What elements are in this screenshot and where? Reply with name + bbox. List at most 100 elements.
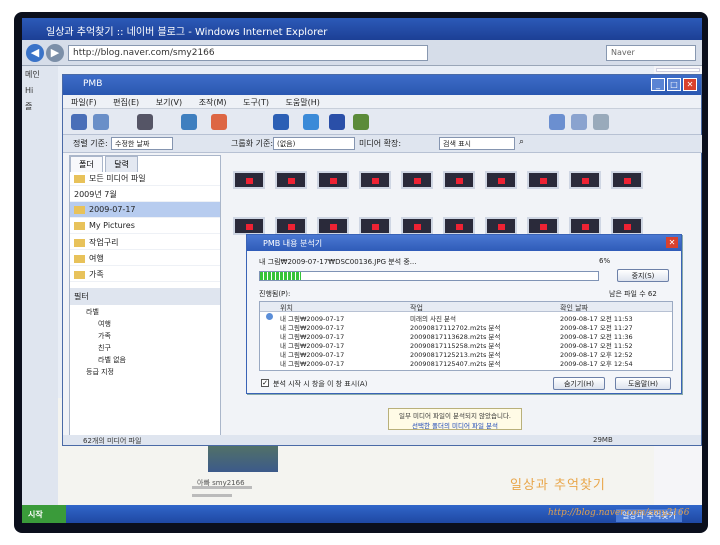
thumbnail[interactable] bbox=[569, 217, 601, 235]
thumbnail[interactable] bbox=[527, 171, 559, 189]
folder-icon bbox=[74, 205, 85, 214]
filter-item[interactable]: 라벨 bbox=[70, 305, 220, 317]
menu-view[interactable]: 보기(V) bbox=[156, 98, 182, 107]
folder-icon bbox=[74, 254, 85, 263]
filter-header[interactable]: 필터 bbox=[70, 288, 220, 305]
menu-file[interactable]: 파일(F) bbox=[71, 98, 97, 107]
menu-help[interactable]: 도움말(H) bbox=[286, 98, 320, 107]
thumbnail[interactable] bbox=[359, 217, 391, 235]
thumbnail[interactable] bbox=[569, 171, 601, 189]
progress-icon bbox=[266, 313, 273, 320]
forward-icon[interactable]: ▶ bbox=[46, 44, 64, 62]
menu-tools[interactable]: 도구(T) bbox=[243, 98, 269, 107]
tree-item[interactable]: 2009년 7월 bbox=[70, 186, 220, 202]
thumbnail[interactable] bbox=[527, 217, 559, 235]
close-icon[interactable]: ✕ bbox=[683, 78, 697, 91]
search-field[interactable]: 검색 표시 bbox=[439, 137, 515, 150]
thumbnail[interactable] bbox=[443, 171, 475, 189]
thumbnail[interactable] bbox=[275, 171, 307, 189]
tool-icon[interactable] bbox=[273, 114, 289, 130]
filter-item[interactable]: 등급 지정 bbox=[70, 365, 220, 377]
start-button[interactable]: 시작 bbox=[22, 505, 66, 523]
menu-manipulate[interactable]: 조작(M) bbox=[199, 98, 227, 107]
back-icon[interactable]: ◀ bbox=[26, 44, 44, 62]
list-view-icon[interactable] bbox=[571, 114, 587, 130]
map-icon[interactable] bbox=[353, 114, 369, 130]
ie-search-field[interactable]: Naver bbox=[606, 45, 696, 61]
tree-item-selected[interactable]: 2009-07-17 bbox=[70, 202, 220, 218]
thumbnail[interactable] bbox=[485, 217, 517, 235]
thumbnail[interactable] bbox=[611, 217, 643, 235]
view-icon[interactable] bbox=[93, 114, 109, 130]
hide-button[interactable]: 숨기기(H) bbox=[553, 377, 605, 390]
globe-icon[interactable] bbox=[303, 114, 319, 130]
list-row[interactable]: 내 그림₩2009-07-17 20090817125407.m2ts 분석 200… bbox=[260, 357, 672, 368]
help-button[interactable]: 도움말(H) bbox=[615, 377, 671, 390]
tree-item[interactable]: 모든 미디어 파일 bbox=[70, 170, 220, 186]
screen: 일상과 추억찾기 :: 네이버 블로그 - Windows Internet E… bbox=[22, 18, 702, 523]
camera-icon[interactable] bbox=[137, 114, 153, 130]
analyze-folder-link[interactable]: 선택한 폴더의 미디어 파일 분석 bbox=[389, 420, 521, 430]
stop-button[interactable]: 중지(S) bbox=[617, 269, 669, 282]
thumbnail[interactable] bbox=[401, 217, 433, 235]
list-row[interactable]: 내 그림₩2009-07-17 미래의 사진 분석 2009-08-17 오전 11… bbox=[260, 312, 672, 323]
folder-icon bbox=[74, 238, 85, 247]
dialog-close-icon[interactable]: ✕ bbox=[666, 237, 678, 248]
pen-icon[interactable] bbox=[329, 114, 345, 130]
ie-left-item[interactable]: 메인 bbox=[22, 66, 58, 83]
thumbnail[interactable] bbox=[359, 171, 391, 189]
filter-item[interactable]: 가족 bbox=[70, 329, 220, 341]
tree-item[interactable]: 여행 bbox=[70, 250, 220, 266]
current-file-text: 내 그림₩2009-07-17₩DSC00136.JPG 분석 중... bbox=[259, 258, 417, 266]
monitor-frame: 일상과 추억찾기 :: 네이버 블로그 - Windows Internet E… bbox=[14, 12, 708, 533]
media-label: 미디어 확장: bbox=[359, 139, 402, 148]
menu-edit[interactable]: 편집(E) bbox=[113, 98, 139, 107]
list-row[interactable]: 내 그림₩2009-07-17 20090817113628.m2ts 분석 200… bbox=[260, 330, 672, 341]
thumbnail[interactable] bbox=[485, 171, 517, 189]
pmb-title-bar: PMB _ □ ✕ bbox=[63, 75, 701, 95]
blog-user[interactable]: 아빠 smy2166 bbox=[197, 478, 245, 488]
list-row[interactable]: 내 그림₩2009-07-17 20090817115258.m2ts 분석 200… bbox=[260, 339, 672, 350]
thumbnail[interactable] bbox=[611, 171, 643, 189]
group-combo[interactable]: (없음) bbox=[273, 137, 355, 150]
tree-item[interactable]: 작업구리 bbox=[70, 234, 220, 250]
list-row[interactable]: 내 그림₩2009-07-17 20090817112702.m2ts 분석 200… bbox=[260, 321, 672, 332]
list-row[interactable]: 내 그림₩2009-07-17 20090817125213.m2ts 분석 200… bbox=[260, 348, 672, 359]
filter-item[interactable]: 라벨 없음 bbox=[70, 353, 220, 365]
tree-item[interactable]: My Pictures bbox=[70, 218, 220, 234]
thumbnail[interactable] bbox=[275, 217, 307, 235]
minimize-icon[interactable]: _ bbox=[651, 78, 665, 91]
grid-view-icon[interactable] bbox=[549, 114, 565, 130]
thumbnail[interactable] bbox=[317, 217, 349, 235]
ie-left-item[interactable]: 즐 bbox=[22, 98, 58, 115]
pmb-status-bar: 62개의 미디어 파일 29MB bbox=[63, 435, 701, 445]
notice-text: 일부 미디어 파일이 분석되지 않았습니다. bbox=[399, 412, 511, 420]
list-label: 진행됨(P): bbox=[259, 290, 291, 298]
folder-icon bbox=[74, 174, 85, 183]
ie-title-text: 일상과 추억찾기 :: 네이버 블로그 - Windows Internet E… bbox=[46, 27, 328, 38]
analyzer-dialog: PMB 내용 분석기 ✕ 내 그림₩2009-07-17₩DSC00136.JP… bbox=[246, 234, 682, 394]
pmb-title: PMB bbox=[83, 79, 103, 89]
sort-combo[interactable]: 수정한 날짜 bbox=[111, 137, 173, 150]
tree-item[interactable]: 가족 bbox=[70, 266, 220, 282]
show-on-start-checkbox[interactable]: ✓ bbox=[261, 379, 269, 387]
dialog-title: PMB 내용 분석기 bbox=[263, 239, 323, 248]
filter-item[interactable]: 여행 bbox=[70, 317, 220, 329]
ie-left-item[interactable]: Hi bbox=[22, 83, 58, 98]
thumbnail[interactable] bbox=[233, 217, 265, 235]
zoom-slider-icon[interactable] bbox=[593, 114, 609, 130]
search-icon[interactable]: ⌕ bbox=[519, 137, 524, 147]
thumbnail[interactable] bbox=[443, 217, 475, 235]
delete-icon[interactable] bbox=[211, 114, 227, 130]
list-header: 위치 작업 확인 날짜 bbox=[260, 302, 672, 312]
maximize-icon[interactable]: □ bbox=[667, 78, 681, 91]
thumbnail[interactable] bbox=[401, 171, 433, 189]
thumbnail[interactable] bbox=[233, 171, 265, 189]
dialog-title-bar: PMB 내용 분석기 ✕ bbox=[247, 235, 681, 251]
filter-item[interactable]: 친구 bbox=[70, 341, 220, 353]
import-icon[interactable] bbox=[71, 114, 87, 130]
rotate-icon[interactable] bbox=[181, 114, 197, 130]
folder-pane: 폴더 달력 모든 미디어 파일 2009년 7월 2009-07-17 My P… bbox=[69, 155, 221, 437]
thumbnail[interactable] bbox=[317, 171, 349, 189]
url-field[interactable]: http://blog.naver.com/smy2166 bbox=[68, 45, 428, 61]
